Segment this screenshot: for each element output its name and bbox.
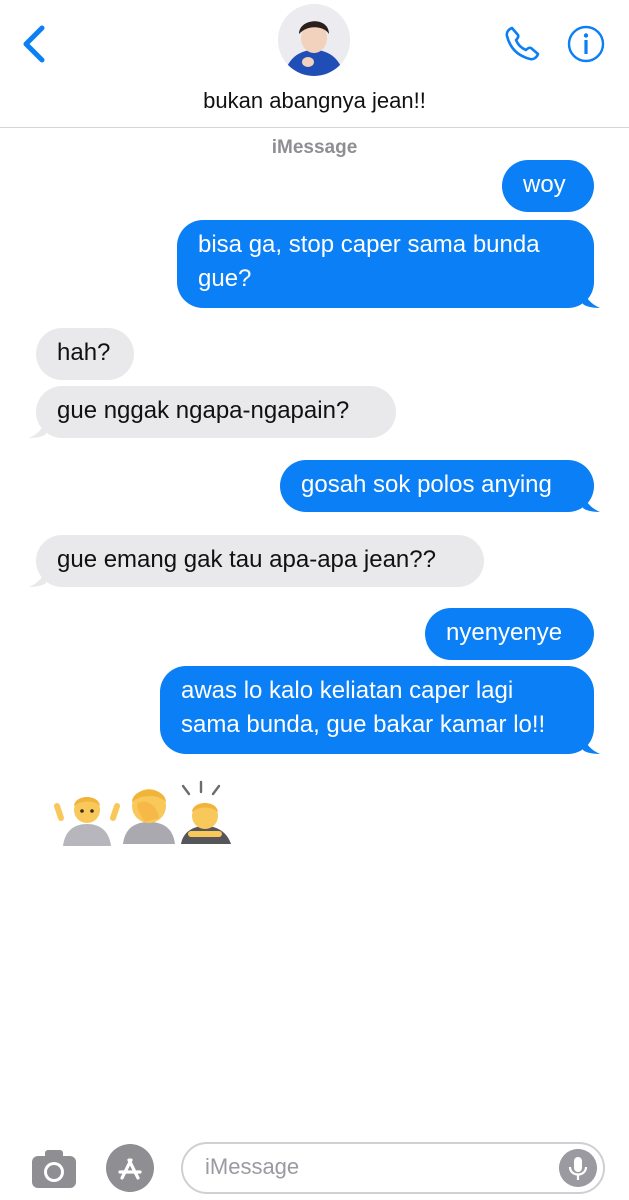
message-text: gosah sok polos anying	[301, 471, 552, 498]
message-bubble-outgoing[interactable]: woy	[502, 160, 594, 212]
contact-name[interactable]: bukan abangnya jean!!	[0, 88, 629, 114]
message-bubble-outgoing[interactable]: nyenyenye	[425, 608, 594, 660]
app-store-icon[interactable]	[104, 1142, 156, 1194]
message-text: bisa ga, stop caper sama bunda	[198, 231, 540, 258]
emoji-message[interactable]	[53, 780, 249, 846]
camera-icon[interactable]	[30, 1148, 78, 1190]
info-icon[interactable]	[566, 24, 606, 64]
back-chevron-icon[interactable]	[18, 22, 54, 66]
message-bubble-incoming[interactable]: gue emang gak tau apa-apa jean??	[36, 535, 484, 587]
message-text: hah?	[57, 339, 111, 366]
bubble-tail-icon	[583, 288, 600, 308]
message-text: nyenyenye	[446, 619, 563, 646]
message-text-line2: sama bunda, gue bakar kamar lo!!	[181, 711, 546, 738]
message-bubble-incoming[interactable]: hah?	[36, 328, 134, 380]
message-input-placeholder: iMessage	[205, 1154, 300, 1179]
avatar[interactable]	[278, 4, 350, 76]
message-text: gue emang gak tau apa-apa jean??	[57, 546, 436, 573]
message-bubble-outgoing[interactable]: gosah sok polos anying	[280, 460, 594, 512]
emoji-reply-icon	[54, 780, 231, 846]
message-text: awas lo kalo keliatan caper lagi	[181, 677, 514, 704]
message-bubble-outgoing[interactable]: bisa ga, stop caper sama bunda gue?	[177, 220, 594, 308]
microphone-icon[interactable]	[559, 1149, 597, 1187]
bubble-tail-icon	[29, 418, 46, 438]
message-composer: iMessage	[0, 1130, 629, 1200]
service-label: iMessage	[271, 137, 358, 158]
message-text-line2: gue?	[198, 265, 252, 292]
bubble-tail-icon	[583, 734, 600, 754]
bubble-tail-icon	[29, 567, 46, 587]
conversation-header: bukan abangnya jean!!	[0, 0, 629, 128]
phone-icon[interactable]	[500, 22, 544, 66]
message-text: gue nggak ngapa-ngapain?	[57, 397, 350, 424]
message-bubble-incoming[interactable]: gue nggak ngapa-ngapain?	[36, 386, 396, 438]
message-text: woy	[523, 171, 566, 198]
bubble-tail-icon	[583, 492, 600, 512]
message-input[interactable]: iMessage	[181, 1142, 605, 1194]
message-bubble-outgoing[interactable]: awas lo kalo keliatan caper lagi sama bu…	[160, 666, 594, 754]
